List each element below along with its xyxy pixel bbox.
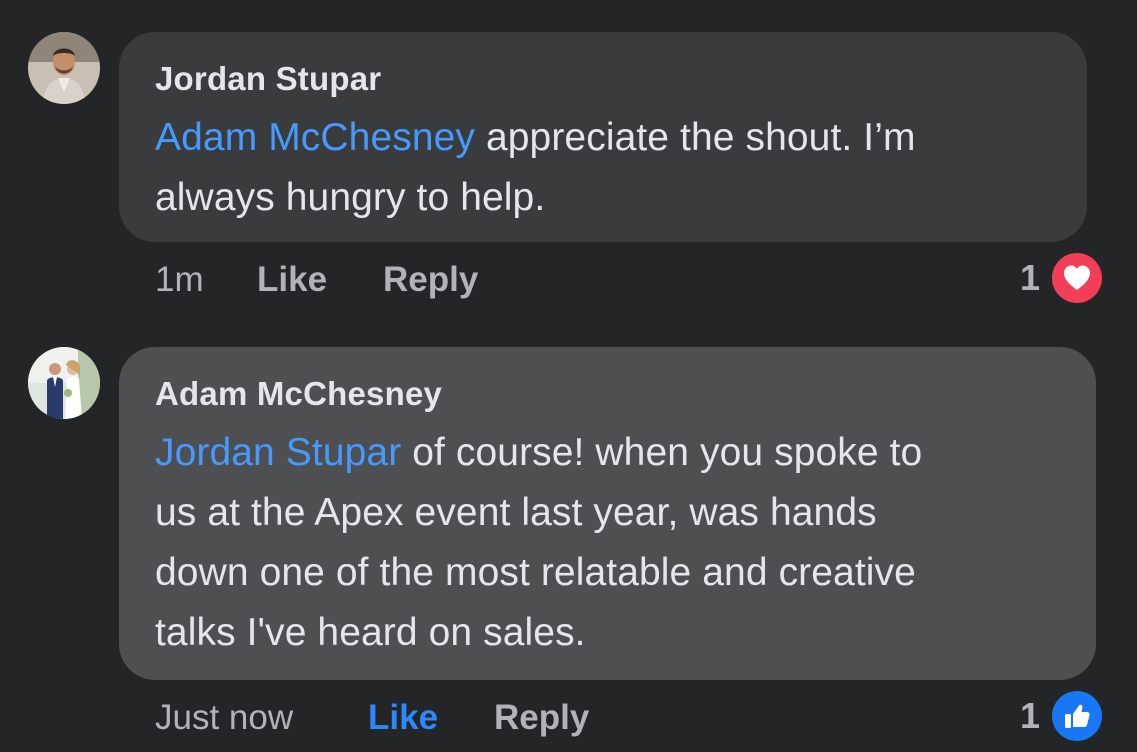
- comment-text-line: Jordan Stupar of course! when you spoke …: [155, 423, 1085, 483]
- comment-text-segment: of course! when you spoke to: [401, 431, 923, 474]
- reaction-summary[interactable]: 1: [1018, 253, 1104, 303]
- comment-text-line: Adam McChesney appreciate the shout. I’m: [155, 108, 1075, 168]
- love-icon: [1052, 253, 1102, 303]
- reaction-count: 1: [1020, 695, 1041, 736]
- comment-timestamp[interactable]: 1m: [155, 255, 204, 305]
- comment-bubble: Adam McChesney Jordan Stupar of course! …: [119, 347, 1096, 680]
- comment-text-line: always hungry to help.: [155, 176, 546, 219]
- comment-text-line: down one of the most relatable and creat…: [155, 551, 916, 594]
- comment-bubble: Jordan Stupar Adam McChesney appreciate …: [119, 32, 1087, 242]
- comment-text-line: us at the Apex event last year, was hand…: [155, 491, 877, 534]
- avatar-jordan-stupar[interactable]: [28, 32, 100, 104]
- like-button[interactable]: Like: [257, 255, 327, 305]
- like-icon: [1052, 691, 1102, 741]
- comment-text: Adam McChesney appreciate the shout. I’m…: [155, 108, 1075, 228]
- reply-button[interactable]: Reply: [383, 255, 478, 305]
- comment-text-segment: appreciate the shout. I’m: [475, 116, 916, 159]
- mention-link[interactable]: Jordan Stupar: [155, 431, 401, 474]
- reply-button[interactable]: Reply: [494, 693, 589, 743]
- like-button[interactable]: Like: [368, 693, 438, 743]
- comment-author[interactable]: Jordan Stupar: [155, 60, 381, 98]
- avatar-adam-mcchesney[interactable]: [28, 347, 100, 419]
- reaction-count: 1: [1020, 257, 1041, 298]
- mention-link[interactable]: Adam McChesney: [155, 116, 475, 159]
- comment-text-line: talks I've heard on sales.: [155, 611, 586, 654]
- reaction-summary[interactable]: 1: [1018, 691, 1104, 741]
- comment-author[interactable]: Adam McChesney: [155, 375, 442, 413]
- comment-text: Jordan Stupar of course! when you spoke …: [155, 423, 1085, 663]
- comment-timestamp[interactable]: Just now: [155, 693, 293, 743]
